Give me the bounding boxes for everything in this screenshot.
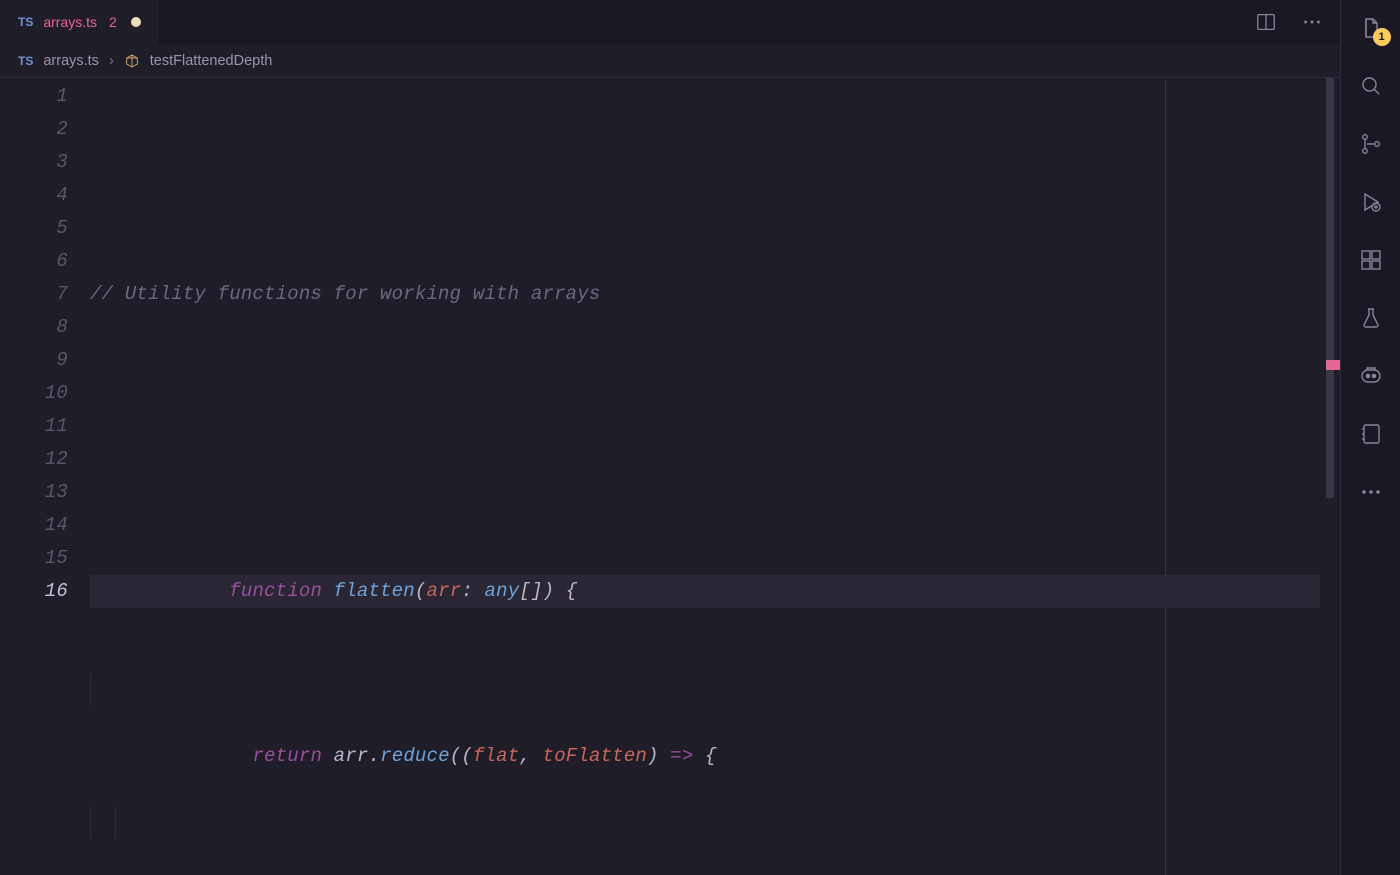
tab-arrays[interactable]: TS arrays.ts 2	[0, 0, 160, 44]
editor[interactable]: 12345678 910111213141516 // Utility func…	[0, 78, 1340, 875]
split-editor-icon[interactable]	[1252, 8, 1280, 36]
explorer-badge: 1	[1373, 28, 1391, 46]
dirty-indicator-icon	[131, 17, 141, 27]
tab-bar: TS arrays.ts 2	[0, 0, 1340, 44]
breadcrumb-file[interactable]: arrays.ts	[43, 53, 99, 69]
code-area[interactable]: // Utility functions for working with ar…	[90, 80, 1340, 875]
search-icon[interactable]	[1357, 72, 1385, 100]
more-actions-icon[interactable]	[1298, 8, 1326, 36]
breadcrumb[interactable]: TS arrays.ts › testFlattenedDepth	[0, 44, 1340, 78]
testing-beaker-icon[interactable]	[1357, 304, 1385, 332]
tab-error-count: 2	[109, 14, 117, 30]
breadcrumb-symbol[interactable]: testFlattenedDepth	[150, 53, 273, 69]
run-debug-icon[interactable]	[1357, 188, 1385, 216]
source-control-icon[interactable]	[1357, 130, 1385, 158]
chevron-right-icon: ›	[109, 53, 114, 69]
column-ruler	[1165, 80, 1166, 875]
notebook-icon[interactable]	[1357, 420, 1385, 448]
copilot-chat-icon[interactable]	[1357, 362, 1385, 390]
activity-bar: 1	[1340, 0, 1400, 875]
typescript-badge-icon: TS	[18, 15, 33, 29]
minimap[interactable]	[1320, 78, 1340, 875]
explorer-icon[interactable]: 1	[1357, 14, 1385, 42]
tab-filename: arrays.ts	[43, 14, 97, 30]
line-gutter: 12345678 910111213141516	[0, 80, 90, 875]
extensions-icon[interactable]	[1357, 246, 1385, 274]
typescript-badge-icon: TS	[18, 54, 33, 68]
more-views-icon[interactable]	[1357, 478, 1385, 506]
symbol-method-icon	[124, 53, 140, 69]
